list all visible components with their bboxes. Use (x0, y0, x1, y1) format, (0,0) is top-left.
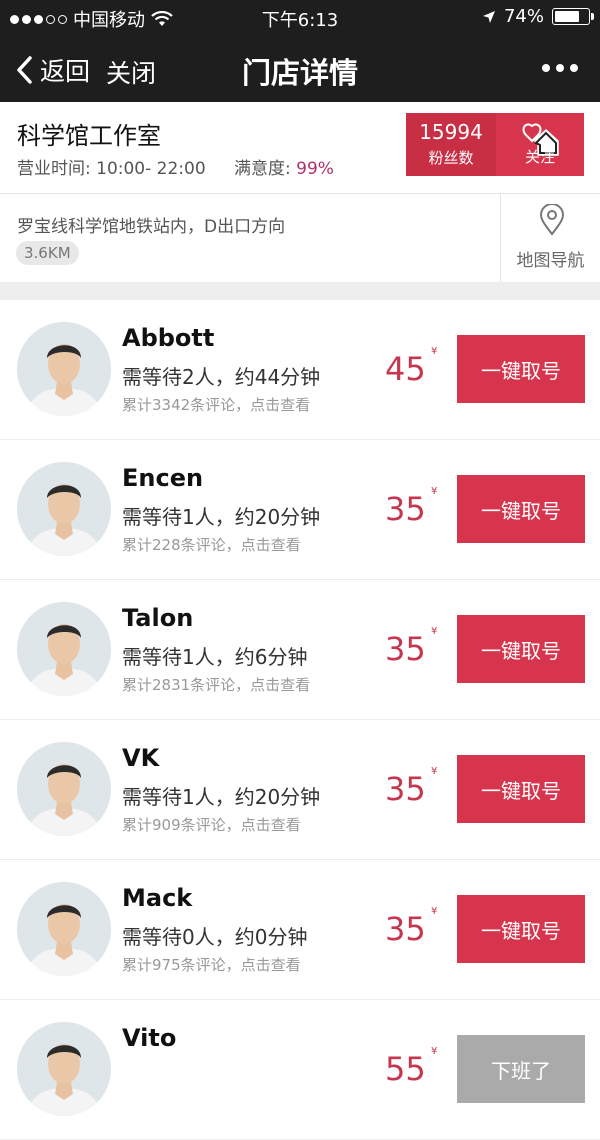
address-row: 罗宝线科学馆地铁站内，D出口方向 3.6KM 地图导航 (0, 194, 600, 282)
fans-count: 15994 (419, 120, 483, 144)
map-nav-label: 地图导航 (516, 251, 585, 271)
battery-percent: 74% (503, 6, 544, 27)
avatar (17, 742, 111, 836)
wait-info: 需等待1人，约20分钟 (122, 785, 321, 809)
avatar (17, 322, 111, 416)
review-link[interactable]: 累计909条评论，点击查看 (122, 814, 301, 835)
barber-row[interactable]: Abbott 需等待2人，约44分钟 累计3342条评论，点击查看 45 ¥ 一… (0, 300, 600, 440)
location-arrow-icon (482, 10, 495, 23)
nav-bar: 返回 关闭 门店详情 (0, 34, 600, 102)
map-pin-icon (539, 204, 565, 236)
take-number-button[interactable]: 一键取号 (457, 475, 585, 543)
wait-info: 需等待2人，约44分钟 (122, 365, 321, 389)
store-header: 科学馆工作室 营业时间: 10:00- 22:00 满意度: 99% 15994… (0, 102, 600, 194)
barber-name: Vito (122, 1024, 177, 1052)
review-link[interactable]: 累计975条评论，点击查看 (122, 954, 301, 975)
currency-symbol: ¥ (431, 346, 438, 357)
currency-symbol: ¥ (431, 1046, 438, 1057)
barber-row[interactable]: Encen 需等待1人，约20分钟 累计228条评论，点击查看 35 ¥ 一键取… (0, 440, 600, 580)
review-link[interactable]: 累计228条评论，点击查看 (122, 534, 301, 555)
map-navigation-button[interactable]: 地图导航 (500, 194, 600, 282)
take-number-button[interactable]: 一键取号 (457, 615, 585, 683)
back-button[interactable]: 返回 (14, 52, 90, 88)
chevron-left-icon (17, 56, 32, 84)
currency-symbol: ¥ (431, 486, 438, 497)
barber-name: Talon (122, 604, 194, 632)
more-menu-icon[interactable] (542, 64, 578, 72)
battery-icon (552, 8, 594, 25)
price: 35 (385, 490, 426, 528)
currency-symbol: ¥ (431, 626, 438, 637)
price: 35 (385, 630, 426, 668)
fans-counter: 15994 粉丝数 (406, 113, 496, 176)
wait-info: 需等待1人，约6分钟 (122, 645, 308, 669)
distance-badge: 3.6KM (16, 241, 79, 265)
barber-row[interactable]: Vito 55 ¥ 下班了 (0, 1000, 600, 1140)
battery-fill (555, 11, 579, 22)
store-address: 罗宝线科学馆地铁站内，D出口方向 (17, 217, 286, 237)
follow-button[interactable]: 关注 (496, 113, 584, 176)
avatar (17, 1022, 111, 1116)
wait-info: 需等待1人，约20分钟 (122, 505, 321, 529)
barber-name: Mack (122, 884, 193, 912)
avatar (17, 882, 111, 976)
store-hours: 营业时间: 10:00- 22:00 (17, 159, 206, 179)
price: 45 (385, 350, 426, 388)
take-number-button[interactable]: 一键取号 (457, 755, 585, 823)
barber-row[interactable]: Mack 需等待0人，约0分钟 累计975条评论，点击查看 35 ¥ 一键取号 (0, 860, 600, 1000)
fans-label: 粉丝数 (428, 149, 474, 167)
fans-follow-box: 15994 粉丝数 关注 (406, 113, 584, 176)
close-button[interactable]: 关闭 (106, 54, 156, 90)
barber-name: Abbott (122, 324, 215, 352)
barber-row[interactable]: VK 需等待1人，约20分钟 累计909条评论，点击查看 35 ¥ 一键取号 (0, 720, 600, 860)
barber-name: VK (122, 744, 160, 772)
status-right: 74% (482, 6, 594, 27)
follow-label: 关注 (524, 148, 555, 166)
take-number-button[interactable]: 下班了 (457, 1035, 585, 1103)
price: 35 (385, 770, 426, 808)
avatar (17, 462, 111, 556)
wait-info: 需等待0人，约0分钟 (122, 925, 308, 949)
take-number-button[interactable]: 一键取号 (457, 895, 585, 963)
price: 35 (385, 910, 426, 948)
take-number-button[interactable]: 一键取号 (457, 335, 585, 403)
price: 55 (385, 1050, 426, 1088)
store-name: 科学馆工作室 (17, 122, 161, 150)
barber-name: Encen (122, 464, 204, 492)
currency-symbol: ¥ (431, 906, 438, 917)
status-bar: 中国移动 下午6:13 74% (0, 0, 600, 34)
store-satisfaction: 满意度: 99% (234, 154, 334, 179)
review-link[interactable]: 累计3342条评论，点击查看 (122, 394, 310, 415)
section-divider (0, 282, 600, 302)
back-label: 返回 (40, 57, 91, 86)
review-link[interactable]: 累计2831条评论，点击查看 (122, 674, 310, 695)
satisfaction-label: 满意度: (234, 159, 291, 179)
barber-row[interactable]: Talon 需等待1人，约6分钟 累计2831条评论，点击查看 35 ¥ 一键取… (0, 580, 600, 720)
currency-symbol: ¥ (431, 766, 438, 777)
satisfaction-value: 99% (296, 159, 334, 179)
avatar (17, 602, 111, 696)
